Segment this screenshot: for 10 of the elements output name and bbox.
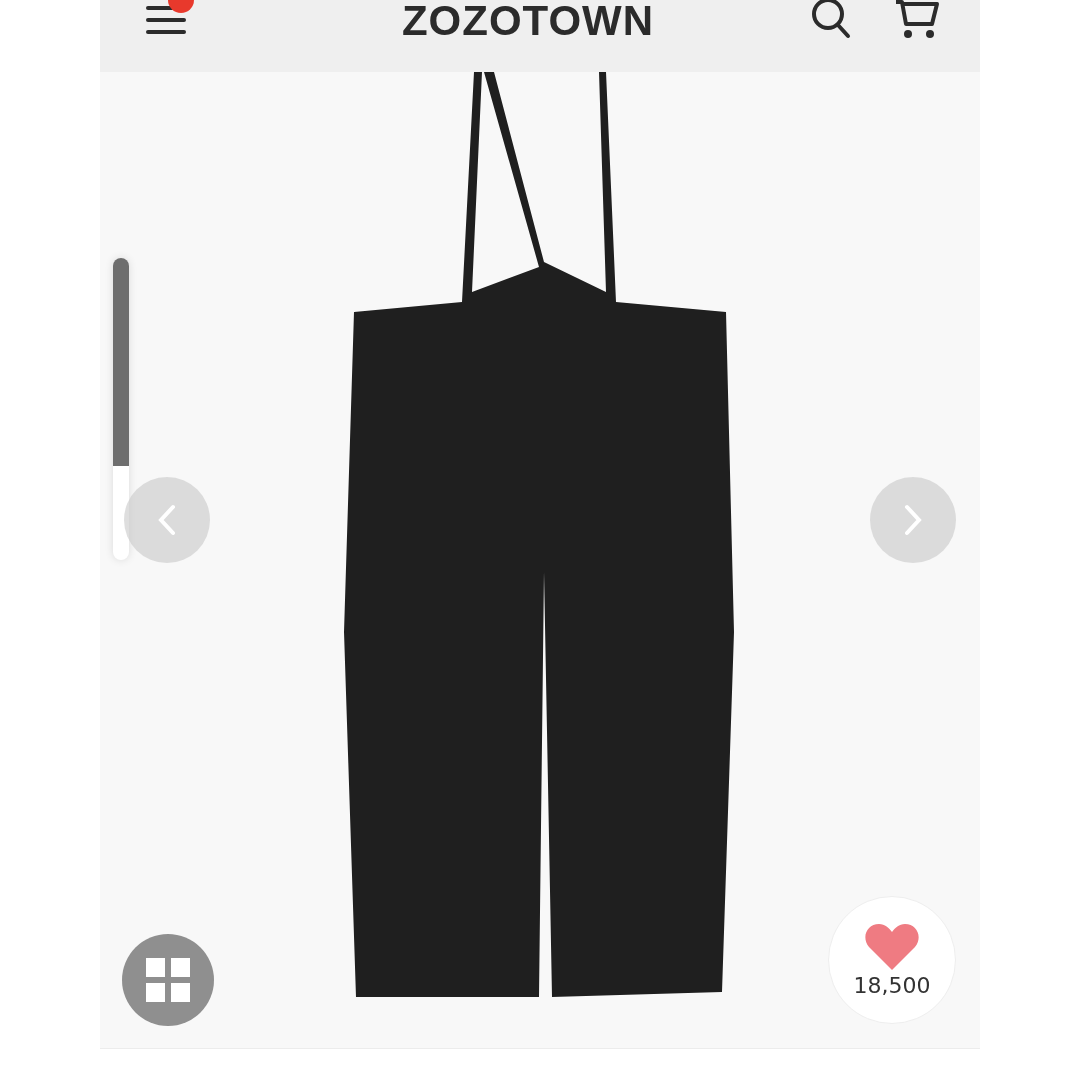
chevron-left-icon	[158, 504, 176, 536]
logo[interactable]: ZOZOTOWN	[401, 0, 655, 42]
heart-icon	[865, 922, 919, 971]
menu-button[interactable]	[146, 6, 186, 34]
cart-button[interactable]	[894, 0, 940, 40]
grid-icon	[146, 958, 190, 1002]
cart-icon	[894, 0, 940, 40]
chevron-right-icon	[904, 504, 922, 536]
favorite-button[interactable]: 18,500	[828, 896, 956, 1024]
menu-icon	[146, 6, 186, 34]
